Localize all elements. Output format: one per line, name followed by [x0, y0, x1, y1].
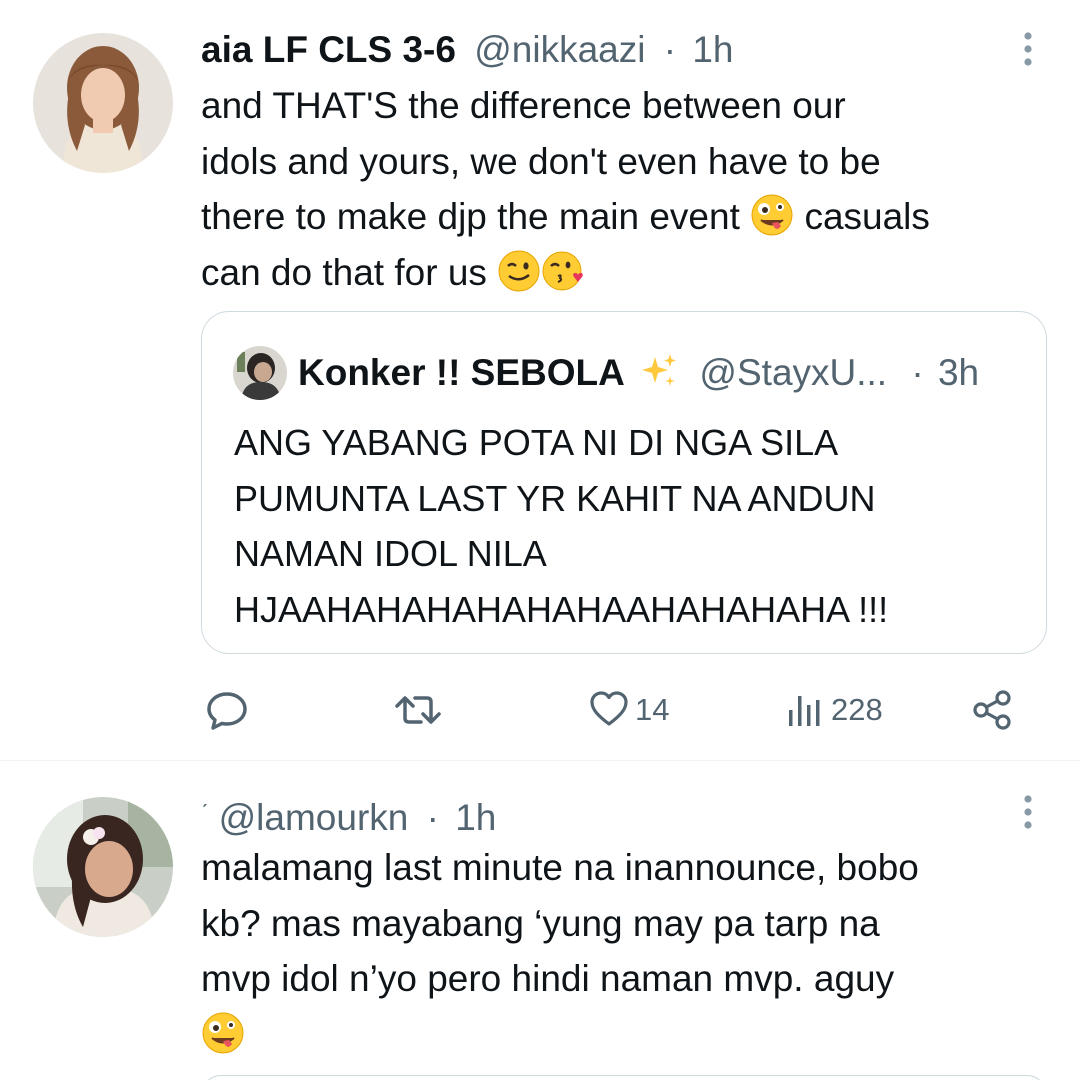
- user-handle[interactable]: @nikkaazi: [474, 29, 645, 70]
- quoted-text-line: PUMUNTA LAST YR KAHIT NA ANDUN: [234, 477, 876, 519]
- tweet-header: ˊ @lamourkn · 1h: [201, 791, 1020, 838]
- tweet-text-segment: can do that for us: [201, 251, 487, 293]
- quoted-text-line: NAMAN IDOL NILA: [234, 533, 547, 574]
- display-name[interactable]: aia LF CLS 3-6: [201, 29, 456, 70]
- quoted-text-line: ANG YABANG POTA NI DI NGA SILA: [234, 422, 839, 463]
- tweet-header: aia LF CLS 3-6 @nikkaazi · 1h: [201, 28, 1020, 72]
- quoted-tweet-header: Konker !! SEBOLA @StayxU... · 3h: [298, 350, 979, 396]
- quoted-display-name[interactable]: Konker !! SEBOLA: [298, 352, 625, 393]
- tweet-text-line: idols and yours, we don't even have to b…: [201, 140, 881, 182]
- more-vertical-icon: [1024, 32, 1032, 66]
- reply-icon: [207, 692, 247, 730]
- quoted-timestamp[interactable]: 3h: [938, 352, 979, 393]
- views-icon: [789, 696, 820, 726]
- more-vertical-icon: [1024, 795, 1032, 829]
- tweet-text-segment: casuals: [804, 196, 930, 237]
- more-options-button[interactable]: [1014, 791, 1042, 835]
- face-blowing-kiss-emoji-icon: [541, 249, 585, 293]
- display-name[interactable]: ˊ: [201, 800, 208, 825]
- quoted-user-handle[interactable]: @StayxU...: [699, 352, 887, 393]
- timestamp[interactable]: 1h: [455, 797, 496, 838]
- heart-icon: [590, 691, 628, 726]
- timestamp[interactable]: 1h: [692, 29, 733, 70]
- like-count: 14: [635, 692, 670, 727]
- tweet-text-segment: there to make djp the main event: [201, 196, 740, 237]
- zany-face-emoji-icon: [750, 193, 794, 237]
- tweet-text-line: [201, 1007, 1050, 1063]
- quoted-avatar[interactable]: [233, 346, 287, 400]
- timeline-feed: aia LF CLS 3-6 @nikkaazi · 1h and THAT'S…: [0, 0, 1080, 1080]
- quoted-text-line: HJAAHAHAHAHAHAHAAHAHAHAHA !!!: [234, 588, 889, 630]
- retweet-button[interactable]: [393, 686, 443, 734]
- separator-dot: ·: [911, 352, 924, 393]
- tweet-text: and THAT'S the difference between our id…: [201, 78, 1050, 300]
- user-handle[interactable]: @lamourkn: [219, 797, 409, 838]
- separator-dot: ·: [663, 29, 677, 70]
- views-count: 228: [831, 692, 883, 727]
- tweet-text-line: can do that for us: [201, 245, 1050, 301]
- sparkles-emoji-icon: [639, 351, 679, 391]
- next-quoted-tweet-edge: [201, 1075, 1047, 1080]
- tweet-text-line: kb? mas mayabang ‘yung may pa tarp na: [201, 902, 880, 944]
- quoted-tweet-text: ANG YABANG POTA NI DI NGA SILA PUMUNTA L…: [234, 415, 888, 637]
- share-icon: [973, 690, 1011, 730]
- more-options-button[interactable]: [1014, 28, 1042, 72]
- tweet-text-line: and THAT'S the difference between our: [201, 85, 846, 126]
- share-button[interactable]: [971, 686, 1015, 734]
- zany-face-emoji-icon: [201, 1011, 245, 1055]
- reply-button[interactable]: [205, 686, 249, 734]
- avatar[interactable]: [33, 797, 173, 937]
- retweet-icon: [395, 696, 441, 724]
- tweet-text-line: there to make djp the main event casuals: [201, 189, 1050, 245]
- views-button[interactable]: 228: [785, 686, 883, 734]
- tweet-action-bar: 14 228: [201, 686, 1031, 734]
- winking-face-emoji-icon: [497, 249, 541, 293]
- tweet[interactable]: aia LF CLS 3-6 @nikkaazi · 1h and THAT'S…: [0, 0, 1080, 760]
- separator-dot: ·: [426, 797, 439, 838]
- tweet-text-line: malamang last minute na inannounce, bobo: [201, 847, 919, 888]
- tweet-text: malamang last minute na inannounce, bobo…: [201, 840, 1050, 1062]
- like-button[interactable]: 14: [589, 686, 669, 734]
- tweet[interactable]: ˊ @lamourkn · 1h malamang last minute na…: [0, 761, 1080, 1080]
- avatar[interactable]: [33, 33, 173, 173]
- quoted-tweet[interactable]: Konker !! SEBOLA @StayxU... · 3h ANG YAB…: [201, 311, 1047, 654]
- tweet-text-line: mvp idol n’yo pero hindi naman mvp. aguy: [201, 958, 895, 999]
